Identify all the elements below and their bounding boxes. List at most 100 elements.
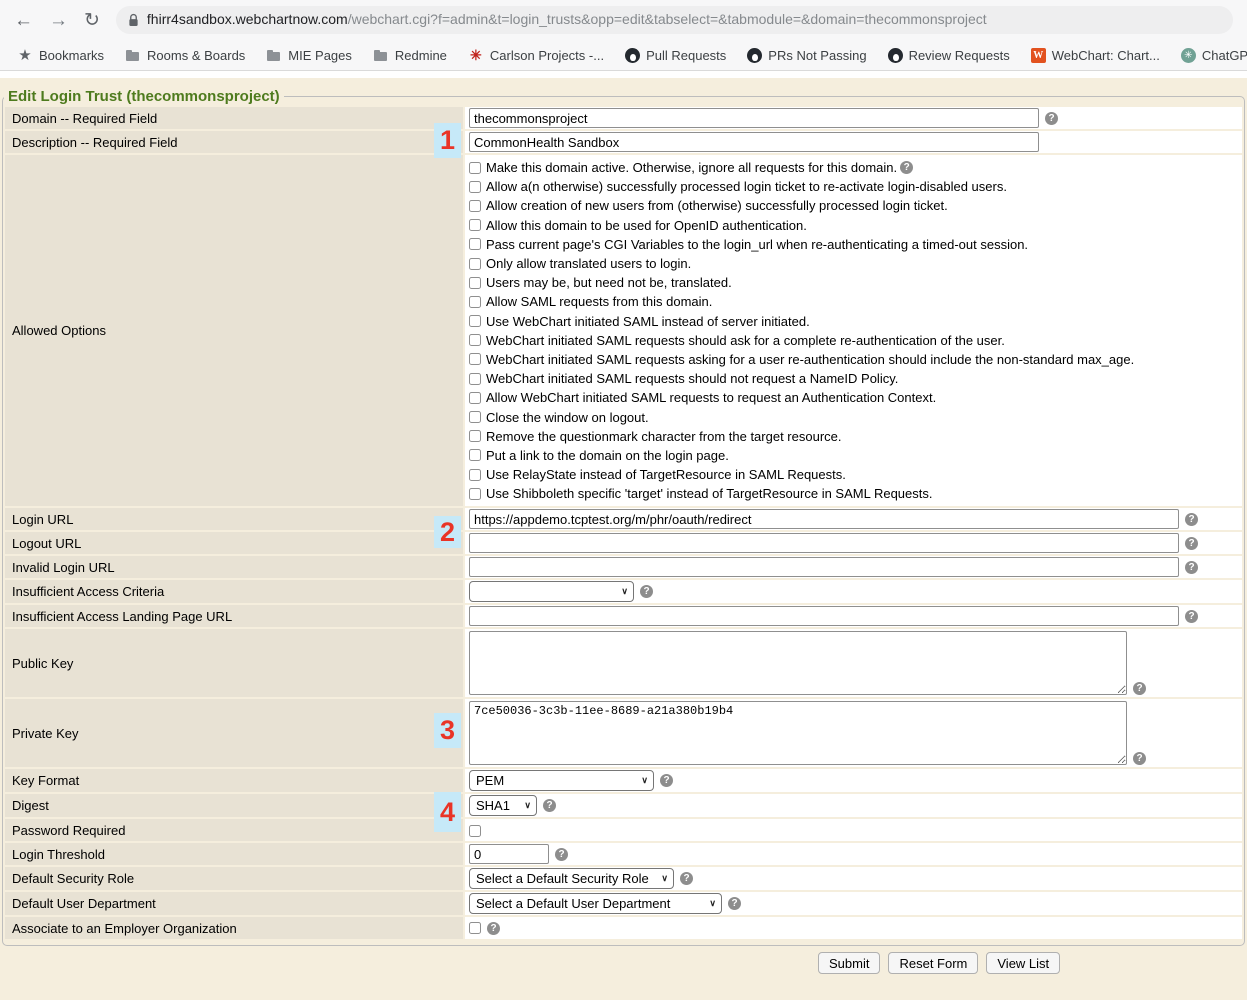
digest-select[interactable]: SHA1 ∨ xyxy=(469,795,537,816)
option-label: Pass current page's CGI Variables to the… xyxy=(486,237,1028,252)
table-row: Default Security Role Select a Default S… xyxy=(5,867,1242,890)
table-row: Digest SHA1 ∨ ? xyxy=(5,794,1242,817)
option-checkbox[interactable] xyxy=(469,200,481,212)
option-checkbox[interactable] xyxy=(469,181,481,193)
bookmark-item[interactable]: WebChart: Chart... xyxy=(1026,46,1165,65)
password-required-checkbox[interactable] xyxy=(469,825,481,837)
field-label-digest: Digest xyxy=(5,794,463,817)
bookmark-label: Carlson Projects -... xyxy=(490,48,604,63)
submit-button[interactable]: Submit xyxy=(818,952,880,974)
option-checkbox[interactable] xyxy=(469,334,481,346)
url-bar[interactable]: fhirr4sandbox.webchartnow.com/webchart.c… xyxy=(116,6,1233,34)
help-icon[interactable]: ? xyxy=(543,799,556,812)
help-icon[interactable]: ? xyxy=(640,585,653,598)
help-icon[interactable]: ? xyxy=(1185,610,1198,623)
table-row: Private Key 7ce50036-3c3b-11ee-8689-a21a… xyxy=(5,699,1242,767)
help-icon[interactable]: ? xyxy=(1133,752,1146,765)
bookmark-label: ChatGPT xyxy=(1202,48,1247,63)
option-checkbox[interactable] xyxy=(469,238,481,250)
list-item: Remove the questionmark character from t… xyxy=(469,427,1238,446)
option-checkbox[interactable] xyxy=(469,488,481,500)
list-item: Users may be, but need not be, translate… xyxy=(469,273,1238,292)
option-label: Allow WebChart initiated SAML requests t… xyxy=(486,390,936,405)
bookmark-item[interactable]: Rooms & Boards xyxy=(120,45,250,65)
help-icon[interactable]: ? xyxy=(1185,537,1198,550)
bookmark-icon xyxy=(125,47,141,63)
forward-button[interactable]: → xyxy=(49,11,68,30)
option-checkbox[interactable] xyxy=(469,296,481,308)
help-icon[interactable]: ? xyxy=(660,774,673,787)
table-row: Associate to an Employer Organization ? xyxy=(5,917,1242,939)
field-label-login-threshold: Login Threshold xyxy=(5,843,463,865)
bookmark-item[interactable]: PRs Not Passing xyxy=(742,46,871,65)
login-threshold-input[interactable] xyxy=(469,844,549,864)
help-icon[interactable]: ? xyxy=(680,872,693,885)
list-item: WebChart initiated SAML requests should … xyxy=(469,331,1238,350)
option-checkbox[interactable] xyxy=(469,373,481,385)
option-checkbox[interactable] xyxy=(469,258,481,270)
option-checkbox[interactable] xyxy=(469,315,481,327)
help-icon[interactable]: ? xyxy=(1185,561,1198,574)
option-label: Allow creation of new users from (otherw… xyxy=(486,198,948,213)
option-checkbox[interactable] xyxy=(469,449,481,461)
option-checkbox[interactable] xyxy=(469,277,481,289)
option-checkbox[interactable] xyxy=(469,411,481,423)
bookmark-item[interactable]: MIE Pages xyxy=(261,45,357,65)
help-icon[interactable]: ? xyxy=(900,161,913,174)
help-icon[interactable]: ? xyxy=(728,897,741,910)
bookmark-item[interactable]: Redmine xyxy=(368,45,452,65)
option-checkbox[interactable] xyxy=(469,353,481,365)
key-format-select[interactable]: PEM ∨ xyxy=(469,770,654,791)
bookmark-item[interactable]: Bookmarks xyxy=(12,45,109,65)
option-label: Only allow translated users to login. xyxy=(486,256,691,271)
employer-org-checkbox[interactable] xyxy=(469,922,481,934)
bookmark-label: WebChart: Chart... xyxy=(1052,48,1160,63)
login-url-input[interactable] xyxy=(469,509,1179,529)
invalid-login-url-input[interactable] xyxy=(469,557,1179,577)
option-checkbox[interactable] xyxy=(469,162,481,174)
list-item: Use WebChart initiated SAML instead of s… xyxy=(469,312,1238,331)
insufficient-access-landing-input[interactable] xyxy=(469,606,1179,626)
option-checkbox[interactable] xyxy=(469,430,481,442)
bookmark-item[interactable]: Pull Requests xyxy=(620,46,731,65)
default-security-role-select[interactable]: Select a Default Security Role ∨ xyxy=(469,868,674,889)
domain-input[interactable] xyxy=(469,108,1039,128)
view-list-button[interactable]: View List xyxy=(986,952,1060,974)
table-row: Public Key ? xyxy=(5,629,1242,697)
option-checkbox[interactable] xyxy=(469,219,481,231)
list-item: Allow WebChart initiated SAML requests t… xyxy=(469,388,1238,407)
help-icon[interactable]: ? xyxy=(1133,682,1146,695)
reload-button[interactable]: ↻ xyxy=(84,11,100,30)
logout-url-input[interactable] xyxy=(469,533,1179,553)
bookmark-item[interactable]: Carlson Projects -... xyxy=(463,45,609,65)
table-row: Key Format PEM ∨ ? xyxy=(5,769,1242,792)
description-input[interactable] xyxy=(469,132,1039,152)
help-icon[interactable]: ? xyxy=(1185,513,1198,526)
option-checkbox[interactable] xyxy=(469,469,481,481)
chevron-down-icon: ∨ xyxy=(709,898,716,909)
field-label-description: Description -- Required Field xyxy=(5,131,463,153)
bookmark-item[interactable]: Review Requests xyxy=(883,46,1015,65)
bookmark-icon xyxy=(266,47,282,63)
option-label: WebChart initiated SAML requests should … xyxy=(486,371,898,386)
insufficient-access-criteria-select[interactable]: ∨ xyxy=(469,581,634,602)
private-key-textarea[interactable]: 7ce50036-3c3b-11ee-8689-a21a380b19b4 xyxy=(469,701,1127,765)
help-icon[interactable]: ? xyxy=(555,848,568,861)
bookmark-label: Review Requests xyxy=(909,48,1010,63)
browser-chrome: ← → ↻ fhirr4sandbox.webchartnow.com/webc… xyxy=(0,0,1247,71)
default-user-department-select[interactable]: Select a Default User Department ∨ xyxy=(469,893,722,914)
reset-form-button[interactable]: Reset Form xyxy=(888,952,978,974)
lock-icon xyxy=(128,13,139,27)
annotation-1: 1 xyxy=(434,123,461,158)
back-button[interactable]: ← xyxy=(14,11,33,30)
option-checkbox[interactable] xyxy=(469,392,481,404)
chevron-down-icon: ∨ xyxy=(641,775,648,786)
help-icon[interactable]: ? xyxy=(487,922,500,935)
help-icon[interactable]: ? xyxy=(1045,112,1058,125)
field-label-insufficient-access-criteria: Insufficient Access Criteria xyxy=(5,580,463,603)
option-label: Allow SAML requests from this domain. xyxy=(486,294,712,309)
option-label: Users may be, but need not be, translate… xyxy=(486,275,732,290)
public-key-textarea[interactable] xyxy=(469,631,1127,695)
bookmark-icon xyxy=(468,47,484,63)
bookmark-item[interactable]: ChatGPT xyxy=(1176,46,1247,65)
